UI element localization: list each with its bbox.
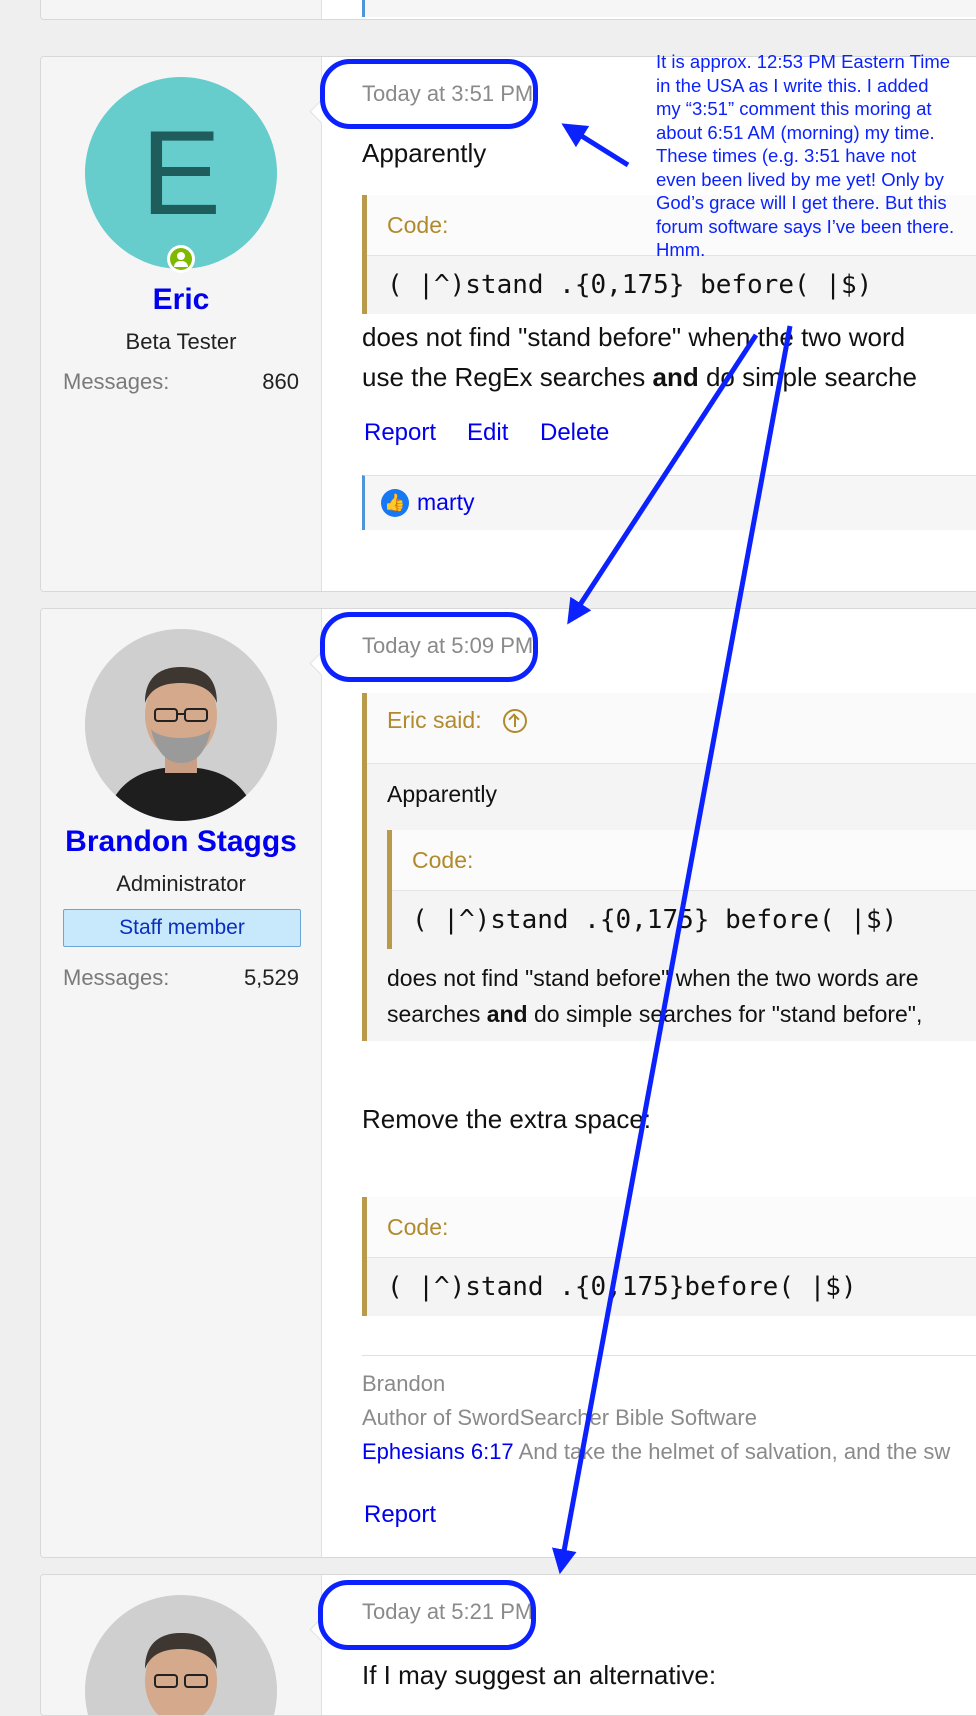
timestamp-highlight-ring [318, 1580, 536, 1650]
quote-line-1: does not find "stand before" when the tw… [387, 965, 919, 991]
reaction-user-link[interactable]: marty [417, 489, 475, 516]
quote-content: Apparently Code: ( |^)stand .{0,175} bef… [367, 763, 976, 1041]
online-status-icon [167, 245, 195, 273]
avatar[interactable]: E [85, 77, 277, 269]
verse-reference-link[interactable]: Ephesians 6:17 [362, 1439, 514, 1464]
signature-divider [362, 1355, 976, 1356]
staff-badge: Staff member [63, 909, 301, 947]
code-label: Code: [392, 830, 976, 890]
username[interactable]: Eric [41, 283, 321, 317]
code-label: Code: [367, 1197, 976, 1257]
message-column [322, 0, 976, 19]
code-content[interactable]: ( |^)stand .{0,175} before( |$) [392, 890, 976, 949]
user-title: Beta Tester [125, 329, 237, 354]
message-line-2: use the RegEx searches and do simple sea… [362, 362, 917, 392]
avatar-letter: E [140, 106, 222, 240]
like-icon: 👍 [381, 489, 409, 517]
code-block: Code: ( |^)stand .{0,175}before( |$) [362, 1197, 976, 1316]
reactions-bar: 👍 marty [362, 475, 976, 530]
user-column [41, 0, 322, 19]
code-content[interactable]: ( |^)stand .{0,175} before( |$) [367, 255, 976, 314]
message-intro: If I may suggest an alternative: [362, 1660, 717, 1690]
timestamp-highlight-ring [320, 59, 538, 129]
quote-intro: Apparently [387, 781, 497, 807]
message-intro: Apparently [362, 138, 487, 168]
signature-verse: Ephesians 6:17 And take the helmet of sa… [362, 1439, 951, 1464]
messages-count: 5,529 [243, 965, 299, 990]
avatar-photo [85, 629, 277, 821]
username[interactable]: Brandon Staggs [41, 825, 321, 859]
quote-line-2: searches and do simple searches for "sta… [387, 1001, 923, 1027]
reactions-bar [362, 0, 976, 17]
post-brandon: Brandon Staggs Administrator Staff membe… [40, 608, 976, 1558]
signature-role: Author of SwordSearcher Bible Software [362, 1405, 757, 1430]
timestamp-highlight-ring [320, 612, 538, 682]
annotation-note: It is approx. 12:53 PM Eastern Time in t… [656, 51, 955, 260]
user-column: E Eric Beta Tester Messages: 860 [41, 57, 322, 591]
delete-link[interactable]: Delete [540, 419, 609, 447]
message-column: Today at 5:09 PM Eric said: Apparently C… [322, 609, 976, 1557]
message-line-1: does not find "stand before" when the tw… [362, 322, 906, 352]
edit-link[interactable]: Edit [467, 419, 508, 447]
messages-label: Messages: [63, 965, 170, 990]
messages-label: Messages: [63, 369, 170, 394]
jump-to-quote-icon[interactable] [503, 709, 527, 733]
report-link[interactable]: Report [364, 419, 436, 447]
signature-name: Brandon [362, 1371, 446, 1396]
report-link[interactable]: Report [364, 1501, 436, 1529]
reply-text: Remove the extra space: [362, 1104, 652, 1134]
quote-attribution[interactable]: Eric said: [387, 707, 482, 734]
code-content[interactable]: ( |^)stand .{0,175}before( |$) [367, 1257, 976, 1316]
avatar[interactable] [85, 1595, 277, 1715]
quote-block: Eric said: Apparently Code: ( |^)stand .… [362, 693, 976, 1041]
user-column: Brandon Staggs Administrator Staff membe… [41, 609, 322, 1557]
user-title: Administrator [116, 871, 246, 896]
avatar[interactable] [85, 629, 277, 821]
quote-code-block: Code: ( |^)stand .{0,175} before( |$) [387, 830, 976, 949]
messages-count: 860 [262, 369, 299, 394]
previous-post-fragment [40, 0, 976, 20]
avatar-photo [85, 1595, 277, 1715]
user-column [41, 1575, 322, 1715]
